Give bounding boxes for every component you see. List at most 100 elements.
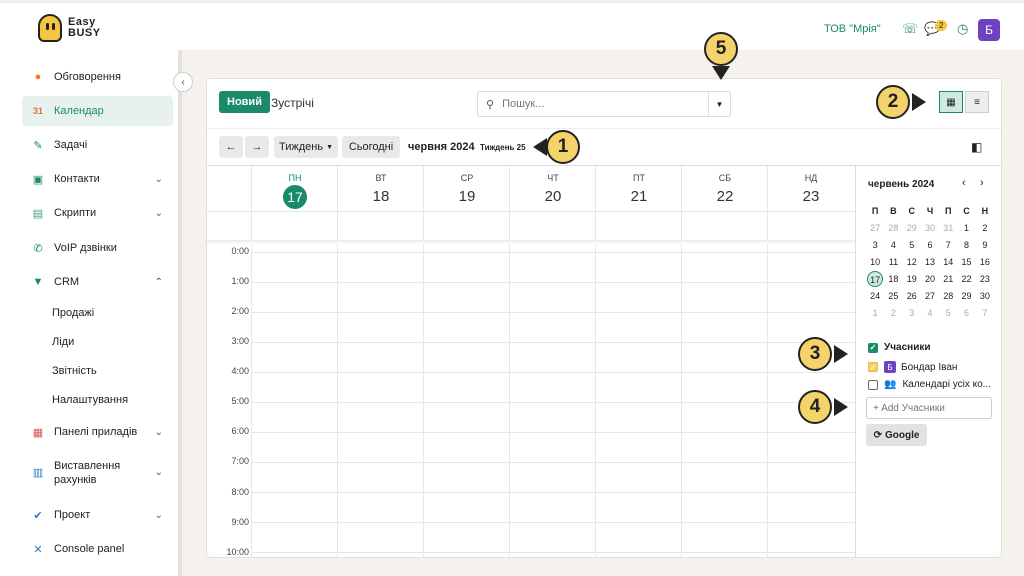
mini-calendar-prev[interactable]: ‹ [962,177,966,189]
mini-day[interactable]: 10 [866,257,884,267]
mini-day[interactable]: 27 [866,223,884,233]
mini-day[interactable]: 14 [939,257,957,267]
crm-sub-settings[interactable]: Налаштування [52,394,128,406]
mini-day[interactable]: 12 [903,257,921,267]
sidebar-item-tasks[interactable]: ✎ Задачі [22,130,173,160]
crm-sub-sales[interactable]: Продажі [52,307,94,319]
mini-day[interactable]: 30 [921,223,939,233]
mini-day[interactable]: 31 [939,223,957,233]
mini-day[interactable]: 29 [957,291,975,301]
crm-sub-reports[interactable]: Звітність [52,365,97,377]
list-view-button[interactable]: ≡ [965,91,989,113]
all-calendars-row[interactable]: 👥 Календарі усіх ко... [868,379,991,390]
mini-day[interactable]: 3 [903,308,921,318]
chevron-down-icon[interactable]: ⌄ [155,510,163,521]
sidebar-item-calendar[interactable]: 31 Календар [22,96,173,126]
today-button[interactable]: Сьогодні [342,136,400,158]
mini-day[interactable]: 7 [976,308,994,318]
mini-day[interactable]: 4 [884,240,902,250]
mini-calendar-next[interactable]: › [980,177,984,189]
mini-day[interactable]: 5 [903,240,921,250]
checkbox-checked-icon[interactable]: ✓ [868,342,878,353]
mini-day[interactable]: 2 [884,308,902,318]
logo[interactable]: Easy BUSY [38,14,101,42]
chevron-down-icon[interactable]: ⌄ [155,174,163,185]
mini-day[interactable]: 1 [866,308,884,318]
today-marker[interactable]: 17 [283,185,307,209]
mini-day[interactable]: 7 [939,240,957,250]
calendar-card: Новий Зустрічі ⚲ ▼ ▦ ≡ ← → Тиждень ▼ Сьо… [206,78,1002,558]
mini-day[interactable]: 28 [939,291,957,301]
mini-day[interactable]: 25 [884,291,902,301]
day-column-thu[interactable]: ЧТ 20 [509,166,595,557]
sidebar-item-scripts[interactable]: ▤ Скрипти ⌄ [22,198,173,228]
mini-day[interactable]: 22 [957,274,975,284]
search-box[interactable]: ⚲ ▼ [477,91,731,117]
day-column-sat[interactable]: СБ 22 [681,166,767,557]
mini-day[interactable]: 16 [976,257,994,267]
mini-day[interactable]: 4 [921,308,939,318]
day-column-fri[interactable]: ПТ 21 [595,166,681,557]
sidebar-item-invoicing[interactable]: ▥ Виставлення рахунків ⌄ [22,456,173,490]
day-column-tue[interactable]: ВТ 18 [337,166,423,557]
hour-label: 9:00 [231,517,249,527]
sidebar-collapse-button[interactable]: ‹ [173,72,193,92]
hour-label: 4:00 [231,366,249,376]
mini-day[interactable]: 30 [976,291,994,301]
attendee-row[interactable]: ✓ Б Бондар Іван [868,361,957,373]
google-sync-button[interactable]: ⟳ Google [866,424,927,446]
day-column-mon[interactable]: ПН 17 [251,166,337,557]
mini-day[interactable]: 19 [903,274,921,284]
crm-sub-leads[interactable]: Ліди [52,336,74,348]
mini-day[interactable]: 21 [939,274,957,284]
sidebar-item-contacts[interactable]: ▣ Контакти ⌄ [22,164,173,194]
mini-day[interactable]: 1 [957,223,975,233]
side-panel-toggle-icon[interactable]: ◧ [971,140,982,154]
company-name[interactable]: ТОВ "Мрія" [824,23,881,35]
mini-day[interactable]: 28 [884,223,902,233]
checkbox-unchecked-icon[interactable] [868,379,878,390]
attendees-toggle[interactable]: ✓ Учасники [868,342,931,353]
search-input[interactable] [502,98,703,110]
mini-day[interactable]: 26 [903,291,921,301]
chevron-up-icon[interactable]: ⌃ [155,277,163,288]
next-week-button[interactable]: → [245,136,269,158]
mini-day[interactable]: 6 [921,240,939,250]
mini-day[interactable]: 15 [957,257,975,267]
mini-day[interactable]: 8 [957,240,975,250]
chevron-down-icon[interactable]: ⌄ [155,427,163,438]
day-column-wed[interactable]: СР 19 [423,166,509,557]
clock-icon[interactable]: ◷ [957,21,968,37]
chevron-down-icon[interactable]: ⌄ [155,208,163,219]
search-dropdown-toggle[interactable]: ▼ [708,92,730,116]
checkbox-checked-icon[interactable]: ✓ [868,362,878,372]
mini-day[interactable]: 18 [884,274,902,284]
sidebar-item-discussions[interactable]: ● Обговорення [22,62,173,92]
new-event-button[interactable]: Новий [219,91,270,113]
mini-day[interactable]: 13 [921,257,939,267]
mini-day[interactable]: 9 [976,240,994,250]
sidebar-item-console[interactable]: ✕ Console panel [22,534,173,564]
calendar-view-button[interactable]: ▦ [939,91,963,113]
mini-day[interactable]: 11 [884,257,902,267]
sidebar-item-crm[interactable]: ▼ CRM ⌃ [22,267,173,297]
prev-week-button[interactable]: ← [219,136,243,158]
mini-day[interactable]: 2 [976,223,994,233]
mini-day[interactable]: 20 [921,274,939,284]
phone-icon[interactable]: ☏ [902,21,918,37]
mini-day[interactable]: 6 [957,308,975,318]
user-avatar[interactable]: Б [978,19,1000,41]
sidebar-item-project[interactable]: ✔ Проект ⌄ [22,500,173,530]
mini-day[interactable]: 27 [921,291,939,301]
mini-day-today[interactable]: 17 [866,270,884,287]
mini-day[interactable]: 3 [866,240,884,250]
mini-day[interactable]: 23 [976,274,994,284]
chevron-down-icon[interactable]: ⌄ [155,466,163,480]
mini-day[interactable]: 29 [903,223,921,233]
sidebar-item-dashboards[interactable]: ▦ Панелі приладів ⌄ [22,417,173,447]
add-attendee-input[interactable]: + Add Учасники [866,397,992,419]
mini-day[interactable]: 5 [939,308,957,318]
sidebar-item-voip[interactable]: ✆ VoIP дзвінки [22,233,173,263]
view-mode-dropdown[interactable]: Тиждень ▼ [274,136,338,158]
mini-day[interactable]: 24 [866,291,884,301]
